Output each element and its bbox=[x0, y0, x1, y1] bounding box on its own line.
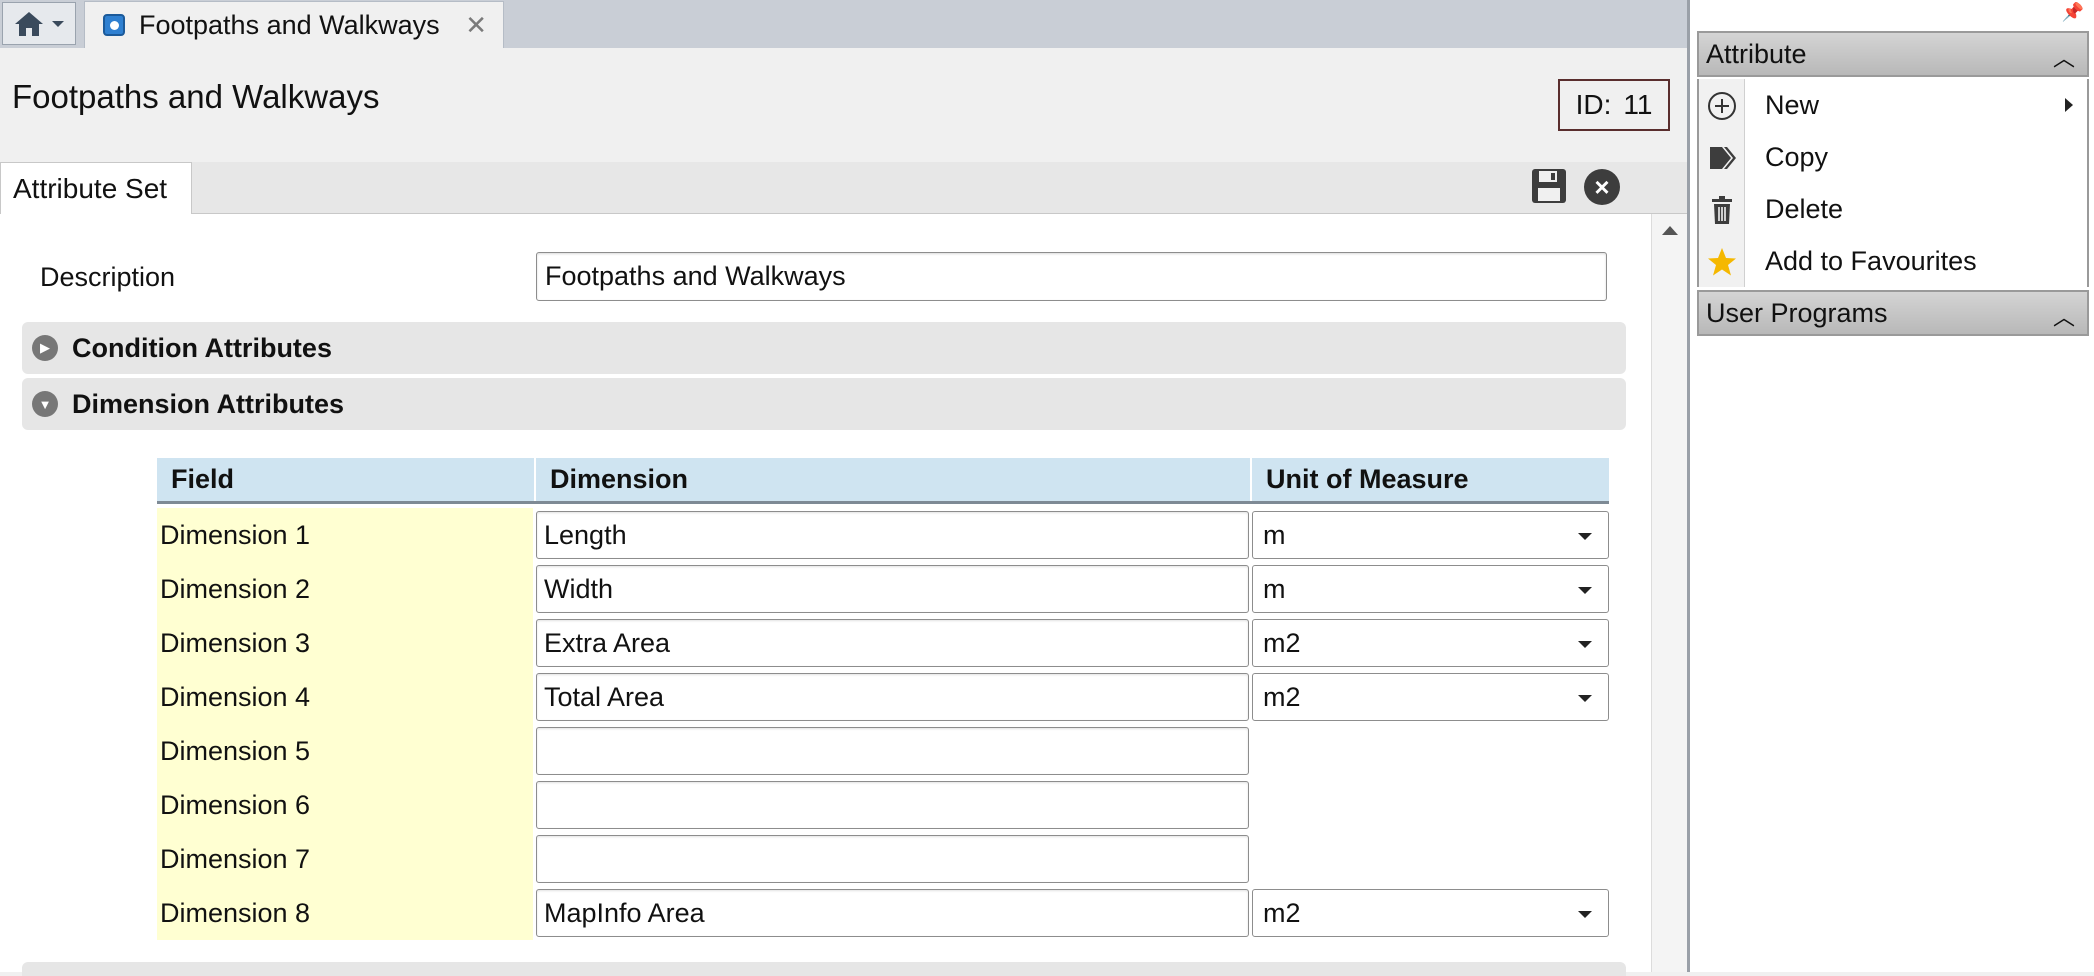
collapse-icon[interactable]: ▼ bbox=[32, 391, 58, 417]
trash-icon bbox=[1707, 195, 1737, 225]
column-header-field: Field bbox=[157, 458, 536, 501]
field-cell: Dimension 6 bbox=[157, 778, 533, 832]
condition-attributes-label: Condition Attributes bbox=[72, 332, 332, 363]
dimension-attributes-section[interactable]: ▼ Dimension Attributes bbox=[22, 378, 1626, 430]
menu-item-new[interactable]: New bbox=[1699, 79, 2089, 131]
close-circle-icon[interactable]: × bbox=[1584, 169, 1620, 205]
unit-value: m2 bbox=[1263, 627, 1301, 658]
star-icon bbox=[1707, 247, 1737, 277]
tab-label: Footpaths and Walkways bbox=[139, 9, 440, 40]
table-row: Dimension 8 MapInfo Area m2 bbox=[157, 886, 1609, 940]
dimension-input[interactable] bbox=[536, 727, 1249, 775]
column-header-unit: Unit of Measure bbox=[1266, 464, 1469, 494]
field-cell: Dimension 7 bbox=[157, 832, 533, 886]
attribute-set-panel: Description Footpaths and Walkways ▶ Con… bbox=[0, 214, 1651, 976]
dimension-input[interactable]: Extra Area bbox=[536, 619, 1249, 667]
table-row: Dimension 3 Extra Area m2 bbox=[157, 616, 1609, 670]
next-section-edge bbox=[22, 962, 1626, 976]
dimension-attributes-label: Dimension Attributes bbox=[72, 388, 345, 419]
table-row: Dimension 6 bbox=[157, 778, 1609, 832]
dropdown-arrow-icon[interactable] bbox=[1578, 533, 1592, 540]
attribute-panel-header[interactable]: Attribute ︿ bbox=[1697, 31, 2089, 77]
user-programs-panel-header[interactable]: User Programs ︿ bbox=[1697, 290, 2089, 336]
vertical-scrollbar[interactable] bbox=[1651, 214, 1687, 972]
close-tab-icon[interactable]: ✕ bbox=[465, 10, 487, 41]
unit-value: m bbox=[1263, 519, 1286, 550]
dimension-input[interactable]: Total Area bbox=[536, 673, 1249, 721]
id-label: ID: bbox=[1575, 89, 1612, 120]
attribute-header-label: Attribute bbox=[1706, 38, 1807, 69]
actions-side-panel: 📌 Attribute ︿ New Copy Delete Add to Fav… bbox=[1687, 0, 2094, 972]
field-cell: Dimension 3 bbox=[157, 616, 533, 670]
dimension-input[interactable]: Width bbox=[536, 565, 1249, 613]
field-cell: Dimension 2 bbox=[157, 562, 533, 616]
table-row: Dimension 5 bbox=[157, 724, 1609, 778]
unit-of-measure-select[interactable]: m bbox=[1252, 511, 1609, 559]
record-id-badge: ID: 11 bbox=[1558, 79, 1670, 131]
id-value: 11 bbox=[1623, 89, 1653, 120]
record-icon bbox=[103, 14, 125, 36]
tab-footpaths-and-walkways[interactable]: Footpaths and Walkways ✕ bbox=[84, 1, 504, 48]
dropdown-arrow-icon[interactable] bbox=[1578, 695, 1592, 702]
dimension-table-header: Field Dimension Unit of Measure bbox=[157, 458, 1609, 504]
chevron-up-icon[interactable]: ︿ bbox=[2053, 300, 2075, 332]
table-row: Dimension 2 Width m bbox=[157, 562, 1609, 616]
unit-value: m bbox=[1263, 573, 1286, 604]
field-cell: Dimension 8 bbox=[157, 886, 533, 940]
dimension-input[interactable]: MapInfo Area bbox=[536, 889, 1249, 937]
description-input[interactable]: Footpaths and Walkways bbox=[536, 252, 1607, 301]
chevron-up-icon[interactable]: ︿ bbox=[2053, 41, 2075, 73]
field-cell: Dimension 4 bbox=[157, 670, 533, 724]
home-icon bbox=[15, 11, 43, 36]
page-title: Footpaths and Walkways bbox=[12, 78, 380, 115]
menu-item-label: Copy bbox=[1765, 141, 1829, 172]
field-cell: Dimension 5 bbox=[157, 724, 533, 778]
plus-circle-icon bbox=[1707, 91, 1737, 121]
home-menu-button[interactable] bbox=[2, 2, 76, 45]
unit-of-measure-select[interactable]: m2 bbox=[1252, 673, 1609, 721]
column-header-dimension: Dimension bbox=[536, 458, 1252, 501]
unit-value: m2 bbox=[1263, 681, 1301, 712]
dropdown-arrow-icon[interactable] bbox=[1578, 587, 1592, 594]
copy-icon bbox=[1707, 143, 1737, 173]
table-row: Dimension 4 Total Area m2 bbox=[157, 670, 1609, 724]
menu-item-copy[interactable]: Copy bbox=[1699, 131, 2089, 183]
unit-of-measure-select[interactable]: m bbox=[1252, 565, 1609, 613]
unit-of-measure-select[interactable]: m2 bbox=[1252, 619, 1609, 667]
menu-item-label: New bbox=[1765, 89, 1820, 120]
field-cell: Dimension 1 bbox=[157, 508, 533, 562]
dimension-input[interactable] bbox=[536, 781, 1249, 829]
menu-item-label: Delete bbox=[1765, 193, 1844, 224]
description-label: Description bbox=[40, 262, 176, 292]
expand-icon[interactable]: ▶ bbox=[32, 335, 58, 361]
dimension-input[interactable]: Length bbox=[536, 511, 1249, 559]
content-tab-bar: Attribute Set × bbox=[0, 162, 1687, 215]
dimension-input[interactable] bbox=[536, 835, 1249, 883]
chevron-down-icon bbox=[52, 20, 64, 27]
unit-value: m2 bbox=[1263, 897, 1301, 928]
tab-attribute-set[interactable]: Attribute Set bbox=[0, 162, 193, 215]
scroll-up-arrow-icon[interactable] bbox=[1662, 226, 1678, 235]
dropdown-arrow-icon[interactable] bbox=[1578, 911, 1592, 918]
submenu-arrow-icon bbox=[2065, 98, 2073, 112]
dropdown-arrow-icon[interactable] bbox=[1578, 641, 1592, 648]
user-programs-header-label: User Programs bbox=[1706, 297, 1888, 328]
attribute-menu: New Copy Delete Add to Favourites bbox=[1697, 79, 2089, 287]
table-row: Dimension 7 bbox=[157, 832, 1609, 886]
menu-item-delete[interactable]: Delete bbox=[1699, 183, 2089, 235]
pin-icon[interactable]: 📌 bbox=[2062, 2, 2084, 23]
tab-strip: Footpaths and Walkways ✕ bbox=[0, 0, 1687, 48]
table-row: Dimension 1 Length m bbox=[157, 508, 1609, 562]
menu-item-label: Add to Favourites bbox=[1765, 245, 1977, 276]
condition-attributes-section[interactable]: ▶ Condition Attributes bbox=[22, 322, 1626, 374]
menu-item-add-to-favourites[interactable]: Add to Favourites bbox=[1699, 235, 2089, 287]
unit-of-measure-select[interactable]: m2 bbox=[1252, 889, 1609, 937]
save-icon[interactable] bbox=[1530, 167, 1568, 205]
